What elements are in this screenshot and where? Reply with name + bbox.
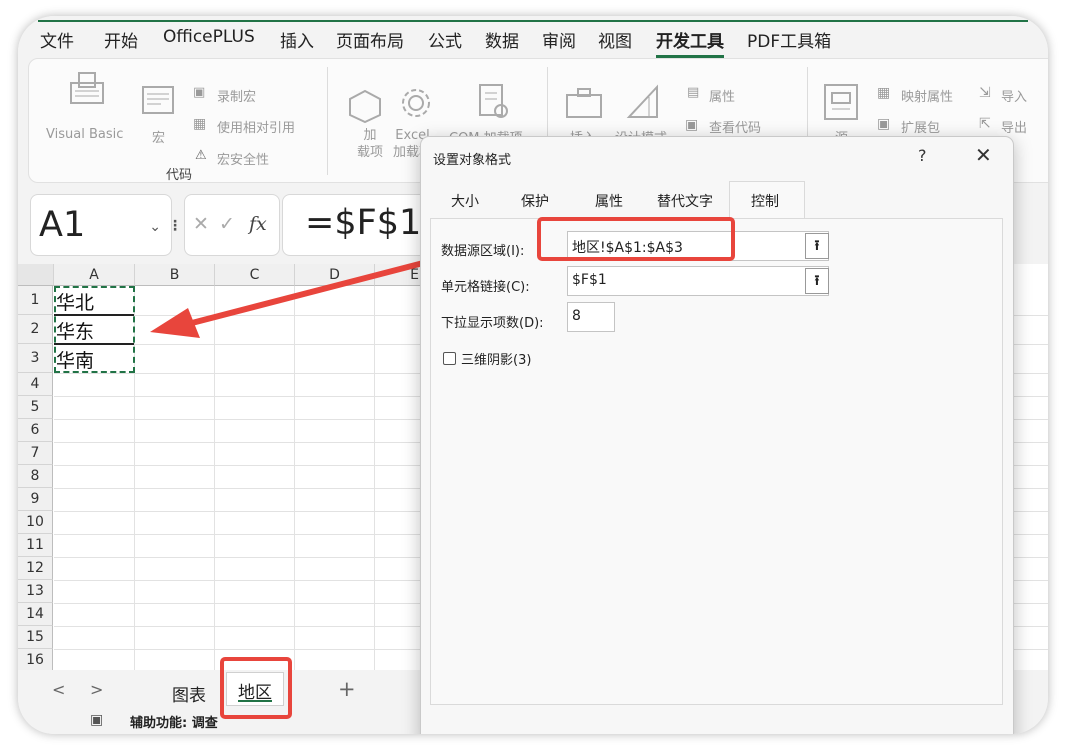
sheet-tab-chart[interactable]: 图表: [172, 681, 206, 706]
cell-link-label: 单元格链接(C):: [441, 280, 530, 295]
dropdown-lines-label: 下拉显示项数(D):: [441, 316, 544, 331]
collapse-dialog-icon[interactable]: ⭱: [805, 268, 829, 294]
dialog-title: 设置对象格式: [433, 153, 512, 168]
tab-alt-text[interactable]: 替代文字: [657, 191, 713, 211]
tab-properties[interactable]: 属性: [595, 191, 623, 211]
3d-shading-label: 三维阴影(3): [461, 353, 532, 368]
control-panel: 数据源区域(I): 地区!$A$1:$A$3 ⭱ 单元格链接(C): $F$1 …: [430, 218, 1003, 705]
tab-control[interactable]: 控制: [751, 191, 779, 211]
help-icon[interactable]: ?: [918, 146, 927, 165]
collapse-dialog-icon[interactable]: ⭱: [805, 233, 829, 259]
cell-link-field[interactable]: $F$1: [567, 266, 829, 296]
highlight-input-range: [537, 217, 735, 261]
excel-window: 文件 开始 OfficePLUS 插入 页面布局 公式 数据 审阅 视图 开发工…: [18, 16, 1048, 734]
accessibility-status[interactable]: 辅助功能: 调查: [130, 712, 218, 731]
3d-shading-checkbox[interactable]: [443, 352, 456, 365]
chevron-left-icon[interactable]: <: [52, 680, 65, 699]
chevron-right-icon[interactable]: >: [90, 680, 103, 699]
format-object-dialog: 设置对象格式 ? ✕ 大小 保护 属性 替代文字 控制 数据源区域(I): 地区…: [420, 136, 1014, 734]
close-icon[interactable]: ✕: [975, 143, 992, 167]
tab-size[interactable]: 大小: [451, 191, 479, 211]
input-range-label: 数据源区域(I):: [441, 244, 525, 259]
highlight-sheet-tab: [220, 657, 292, 719]
dropdown-lines-field[interactable]: 8: [567, 302, 615, 332]
add-sheet-button[interactable]: +: [338, 677, 356, 701]
tab-protection[interactable]: 保护: [521, 191, 549, 211]
page-icon: ▣: [90, 712, 104, 728]
